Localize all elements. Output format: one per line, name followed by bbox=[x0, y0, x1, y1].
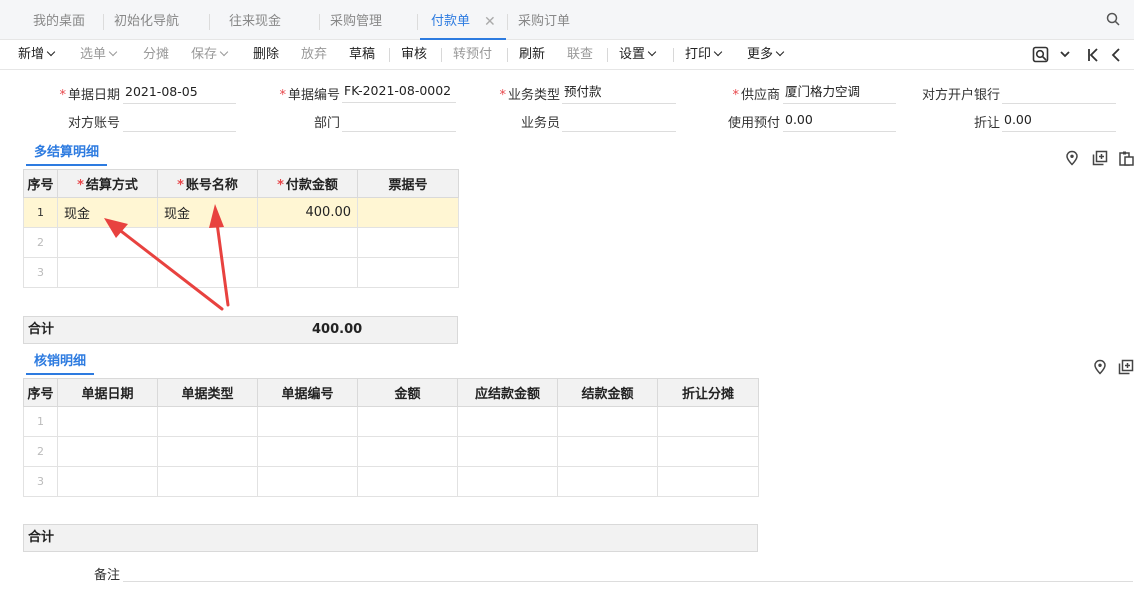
payment-voucher-page: 我的桌面 初始化导航 往来现金 采购管理 付款单 ✕ 采购订单 新增 选单 分摊… bbox=[0, 0, 1134, 590]
annotation-arrows bbox=[104, 204, 230, 311]
annotation-arrow bbox=[104, 218, 224, 311]
annotation-arrow bbox=[209, 204, 230, 307]
